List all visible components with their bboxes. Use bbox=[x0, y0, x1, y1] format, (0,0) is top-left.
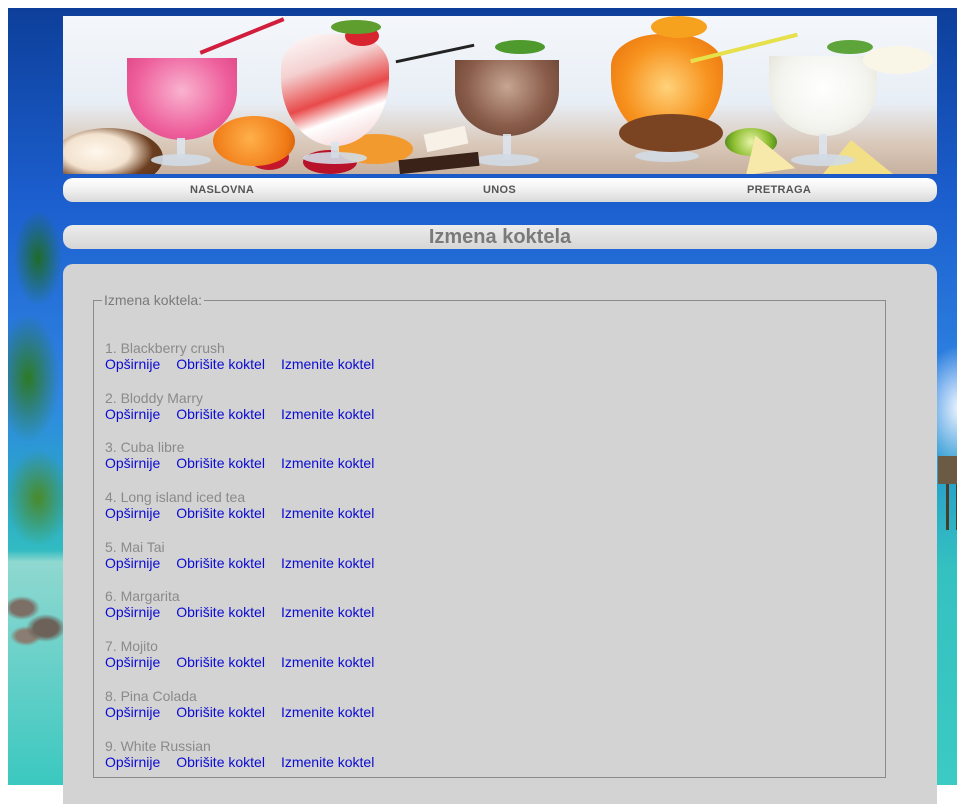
list-item: 1. Blackberry crush Opširnije Obrišite ko… bbox=[105, 340, 390, 390]
more-link[interactable]: Opširnije bbox=[105, 704, 160, 720]
cocktail-list: 1. Blackberry crush Opširnije Obrišite ko… bbox=[105, 340, 390, 787]
more-link[interactable]: Opširnije bbox=[105, 356, 160, 372]
more-link[interactable]: Opširnije bbox=[105, 654, 160, 670]
list-item: 8. Pina Colada Opširnije Obrišite koktel I… bbox=[105, 688, 390, 738]
more-link[interactable]: Opširnije bbox=[105, 455, 160, 471]
list-item: 2. Bloddy Marry Opširnije Obrišite koktel… bbox=[105, 390, 390, 440]
edit-cocktail-link[interactable]: Izmenite koktel bbox=[281, 704, 374, 720]
cocktail-name: 8. Pina Colada bbox=[105, 687, 197, 704]
list-item: 6. Margarita Opširnije Obrišite koktel Izm… bbox=[105, 588, 390, 638]
cocktail-name: 9. White Russian bbox=[105, 737, 211, 754]
delete-cocktail-link[interactable]: Obrišite koktel bbox=[176, 704, 265, 720]
list-item: 7. Mojito Opširnije Obrišite koktel Izmeni… bbox=[105, 638, 390, 688]
cocktail-name: 2. Bloddy Marry bbox=[105, 389, 204, 406]
list-item: 3. Cuba libre Opširnije Obrišite koktel Iz… bbox=[105, 439, 390, 489]
fieldset-legend: Izmena koktela: bbox=[104, 292, 203, 308]
edit-cocktail-link[interactable]: Izmenite koktel bbox=[281, 406, 374, 422]
more-link[interactable]: Opširnije bbox=[105, 555, 160, 571]
more-link[interactable]: Opširnije bbox=[105, 406, 160, 422]
list-item: 9. White Russian Opširnije Obrišite kokte… bbox=[105, 738, 390, 788]
cocktail-edit-fieldset: Izmena koktela: 1. Blackberry crush Opši… bbox=[93, 292, 886, 778]
cocktail-name: 7. Mojito bbox=[105, 638, 158, 655]
more-link[interactable]: Opširnije bbox=[105, 754, 160, 770]
edit-cocktail-link[interactable]: Izmenite koktel bbox=[281, 604, 374, 620]
palm-trees-decoration bbox=[8, 198, 66, 785]
delete-cocktail-link[interactable]: Obrišite koktel bbox=[176, 604, 265, 620]
delete-cocktail-link[interactable]: Obrišite koktel bbox=[176, 555, 265, 571]
main-nav: NASLOVNA UNOS PRETRAGA bbox=[63, 178, 937, 202]
more-link[interactable]: Opširnije bbox=[105, 505, 160, 521]
edit-cocktail-link[interactable]: Izmenite koktel bbox=[281, 754, 374, 770]
cocktail-name: 3. Cuba libre bbox=[105, 439, 185, 456]
page-title-bar: Izmena koktela bbox=[63, 225, 937, 249]
delete-cocktail-link[interactable]: Obrišite koktel bbox=[176, 455, 265, 471]
cocktail-name: 5. Mai Tai bbox=[105, 538, 165, 555]
delete-cocktail-link[interactable]: Obrišite koktel bbox=[176, 505, 265, 521]
more-link[interactable]: Opširnije bbox=[105, 604, 160, 620]
nav-pretraga-link[interactable]: PRETRAGA bbox=[747, 178, 811, 202]
edit-cocktail-link[interactable]: Izmenite koktel bbox=[281, 505, 374, 521]
cocktail-name: 6. Margarita bbox=[105, 588, 180, 605]
edit-cocktail-link[interactable]: Izmenite koktel bbox=[281, 654, 374, 670]
content-panel: Izmena koktela: 1. Blackberry crush Opši… bbox=[63, 264, 937, 804]
cocktail-name: 4. Long island iced tea bbox=[105, 489, 246, 506]
edit-cocktail-link[interactable]: Izmenite koktel bbox=[281, 555, 374, 571]
delete-cocktail-link[interactable]: Obrišite koktel bbox=[176, 654, 265, 670]
delete-cocktail-link[interactable]: Obrišite koktel bbox=[176, 356, 265, 372]
nav-naslovna-link[interactable]: NASLOVNA bbox=[190, 178, 254, 202]
delete-cocktail-link[interactable]: Obrišite koktel bbox=[176, 754, 265, 770]
cocktails-banner bbox=[63, 16, 937, 174]
nav-unos-link[interactable]: UNOS bbox=[483, 178, 516, 202]
page-title: Izmena koktela bbox=[428, 226, 572, 248]
water-hut-decoration bbox=[938, 456, 957, 531]
list-item: 4. Long island iced tea Opširnije Obrišit… bbox=[105, 489, 390, 539]
delete-cocktail-link[interactable]: Obrišite koktel bbox=[176, 406, 265, 422]
edit-cocktail-link[interactable]: Izmenite koktel bbox=[281, 356, 374, 372]
edit-cocktail-link[interactable]: Izmenite koktel bbox=[281, 455, 374, 471]
cocktail-name: 1. Blackberry crush bbox=[105, 340, 225, 356]
list-item: 5. Mai Tai Opširnije Obrišite koktel Izmen… bbox=[105, 539, 390, 589]
rocks-decoration bbox=[8, 588, 64, 648]
